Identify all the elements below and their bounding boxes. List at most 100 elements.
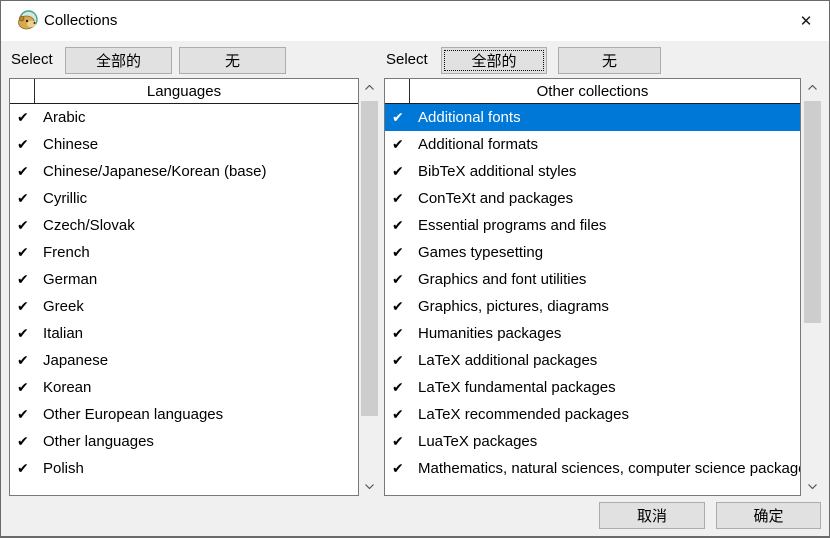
scrollbar-track[interactable]: [803, 97, 822, 477]
list-item-label: Mathematics, natural sciences, computer …: [418, 460, 800, 477]
list-item-label: French: [43, 244, 90, 261]
languages-header-label: Languages: [147, 83, 221, 100]
select-all-left-button[interactable]: 全部的: [65, 47, 172, 74]
language-list-item[interactable]: ✔ German: [10, 266, 358, 293]
language-list-item[interactable]: ✔ Korean: [10, 374, 358, 401]
checkmark-icon: ✔: [392, 110, 418, 126]
language-list-item[interactable]: ✔ Cyrillic: [10, 185, 358, 212]
checkmark-icon: ✔: [392, 380, 418, 396]
checkmark-icon: ✔: [17, 245, 43, 261]
collection-list-item[interactable]: ✔ LaTeX additional packages: [385, 347, 800, 374]
list-item-label: Greek: [43, 298, 84, 315]
checkmark-icon: ✔: [17, 272, 43, 288]
list-item-label: Arabic: [43, 109, 86, 126]
select-all-right-button[interactable]: 全部的: [441, 47, 547, 74]
language-list-item[interactable]: ✔ Greek: [10, 293, 358, 320]
checkmark-icon: ✔: [392, 353, 418, 369]
list-item-label: ConTeXt and packages: [418, 190, 573, 207]
scrollbar-thumb[interactable]: [361, 101, 378, 416]
checkmark-icon: ✔: [392, 434, 418, 450]
select-none-left-button[interactable]: 无: [179, 47, 286, 74]
list-item-label: LaTeX fundamental packages: [418, 379, 616, 396]
column-divider: [409, 79, 410, 103]
checkmark-icon: ✔: [17, 434, 43, 450]
scroll-down-icon[interactable]: [803, 477, 822, 496]
collection-list-item[interactable]: ✔ LuaTeX packages: [385, 428, 800, 455]
collection-list-item[interactable]: ✔ Additional fonts: [385, 104, 800, 131]
checkmark-icon: ✔: [17, 137, 43, 153]
list-item-label: Additional formats: [418, 136, 538, 153]
checkmark-icon: ✔: [392, 137, 418, 153]
collection-list-item[interactable]: ✔ ConTeXt and packages: [385, 185, 800, 212]
checkmark-icon: ✔: [17, 407, 43, 423]
language-list-item[interactable]: ✔ Chinese/Japanese/Korean (base): [10, 158, 358, 185]
ok-button[interactable]: 确定: [716, 502, 821, 529]
checkmark-icon: ✔: [392, 299, 418, 315]
checkmark-icon: ✔: [392, 164, 418, 180]
texlive-lion-icon: [17, 10, 38, 31]
collection-list-item[interactable]: ✔ Additional formats: [385, 131, 800, 158]
close-icon[interactable]: ✕: [783, 1, 829, 41]
checkmark-icon: ✔: [392, 272, 418, 288]
cancel-button[interactable]: 取消: [599, 502, 705, 529]
collection-list-item[interactable]: ✔ Mathematics, natural sciences, compute…: [385, 455, 800, 482]
list-item-label: Graphics and font utilities: [418, 271, 586, 288]
list-item-label: Korean: [43, 379, 91, 396]
list-item-label: Italian: [43, 325, 83, 342]
other-collections-scrollbar[interactable]: [803, 78, 822, 496]
collection-list-item[interactable]: ✔ LaTeX fundamental packages: [385, 374, 800, 401]
languages-rows: ✔ Arabic ✔ Chinese ✔ Chinese/Japanese/Ko…: [10, 104, 358, 482]
collection-list-item[interactable]: ✔ BibTeX additional styles: [385, 158, 800, 185]
checkmark-icon: ✔: [392, 191, 418, 207]
list-item-label: Essential programs and files: [418, 217, 606, 234]
column-divider: [34, 79, 35, 103]
list-item-label: LuaTeX packages: [418, 433, 537, 450]
language-list-item[interactable]: ✔ Polish: [10, 455, 358, 482]
collection-list-item[interactable]: ✔ Graphics, pictures, diagrams: [385, 293, 800, 320]
other-collections-list-header: Other collections: [385, 79, 800, 104]
collection-list-item[interactable]: ✔ Games typesetting: [385, 239, 800, 266]
select-none-right-button[interactable]: 无: [558, 47, 661, 74]
collection-list-item[interactable]: ✔ Humanities packages: [385, 320, 800, 347]
list-item-label: BibTeX additional styles: [418, 163, 576, 180]
other-collections-list[interactable]: Other collections ✔ Additional fonts ✔ A…: [384, 78, 801, 496]
collections-dialog: Collections ✕ Select 全部的 无 Select 全部的 无 …: [0, 0, 830, 538]
scroll-up-icon[interactable]: [803, 78, 822, 97]
list-item-label: Additional fonts: [418, 109, 521, 126]
language-list-item[interactable]: ✔ Arabic: [10, 104, 358, 131]
scroll-up-icon[interactable]: [360, 78, 379, 97]
checkmark-icon: ✔: [392, 326, 418, 342]
collection-list-item[interactable]: ✔ LaTeX recommended packages: [385, 401, 800, 428]
checkmark-icon: ✔: [17, 110, 43, 126]
languages-scrollbar[interactable]: [360, 78, 379, 496]
collection-list-item[interactable]: ✔ Graphics and font utilities: [385, 266, 800, 293]
list-item-label: German: [43, 271, 97, 288]
language-list-item[interactable]: ✔ Italian: [10, 320, 358, 347]
language-list-item[interactable]: ✔ Czech/Slovak: [10, 212, 358, 239]
scrollbar-track[interactable]: [360, 97, 379, 477]
languages-list[interactable]: Languages ✔ Arabic ✔ Chinese ✔ Chinese/J…: [9, 78, 359, 496]
checkmark-icon: ✔: [17, 164, 43, 180]
checkmark-icon: ✔: [17, 218, 43, 234]
list-item-label: Japanese: [43, 352, 108, 369]
checkmark-icon: ✔: [17, 461, 43, 477]
language-list-item[interactable]: ✔ Other languages: [10, 428, 358, 455]
list-item-label: Czech/Slovak: [43, 217, 135, 234]
scroll-down-icon[interactable]: [360, 477, 379, 496]
language-list-item[interactable]: ✔ Chinese: [10, 131, 358, 158]
languages-list-header: Languages: [10, 79, 358, 104]
other-collections-header-label: Other collections: [537, 83, 649, 100]
list-item-label: Chinese: [43, 136, 98, 153]
collection-list-item[interactable]: ✔ Essential programs and files: [385, 212, 800, 239]
window-title: Collections: [44, 1, 117, 41]
language-list-item[interactable]: ✔ French: [10, 239, 358, 266]
language-list-item[interactable]: ✔ Other European languages: [10, 401, 358, 428]
checkmark-icon: ✔: [392, 245, 418, 261]
scrollbar-thumb[interactable]: [804, 101, 821, 323]
list-item-label: Humanities packages: [418, 325, 561, 342]
checkmark-icon: ✔: [392, 218, 418, 234]
checkmark-icon: ✔: [17, 191, 43, 207]
language-list-item[interactable]: ✔ Japanese: [10, 347, 358, 374]
other-collections-rows: ✔ Additional fonts ✔ Additional formats …: [385, 104, 800, 482]
list-item-label: Chinese/Japanese/Korean (base): [43, 163, 266, 180]
